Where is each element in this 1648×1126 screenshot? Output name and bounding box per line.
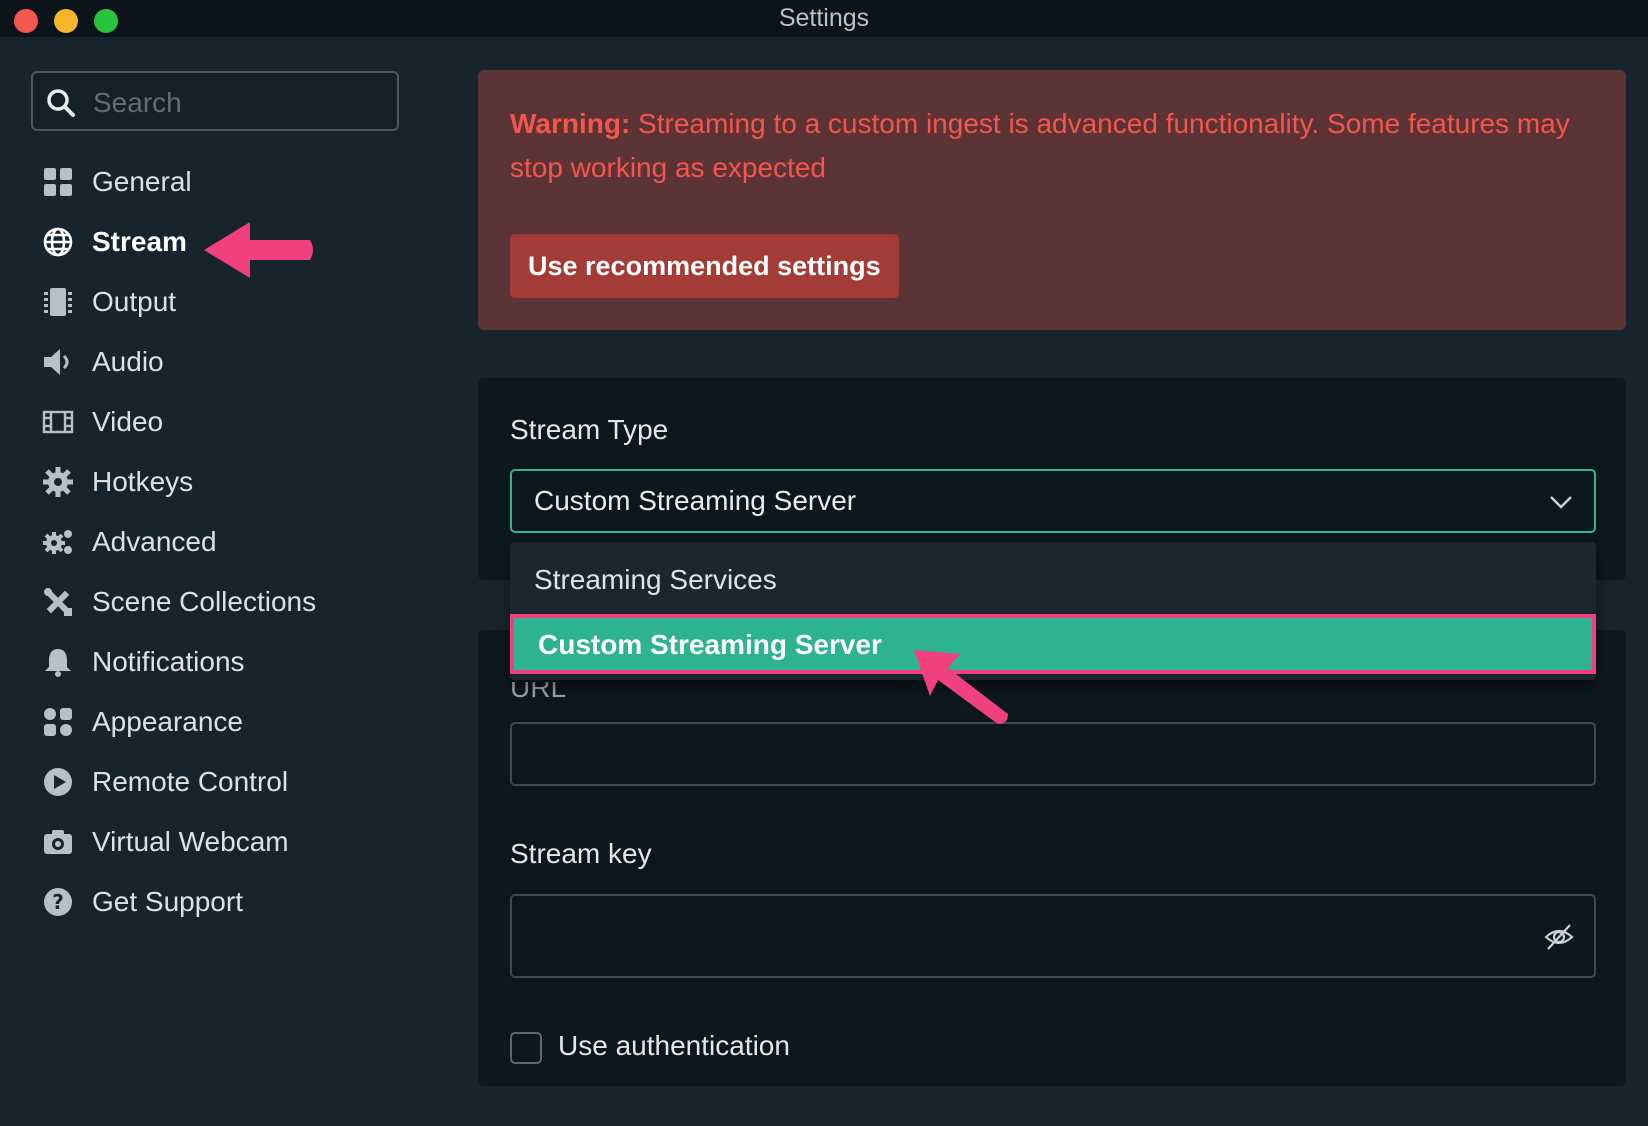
sidebar-item-advanced[interactable]: Advanced <box>42 520 217 564</box>
sidebar-item-label: Video <box>92 406 164 437</box>
option-custom-streaming-server[interactable]: Custom Streaming Server <box>510 614 1596 674</box>
bell-icon <box>42 646 74 678</box>
globe-icon <box>42 226 74 258</box>
annotation-arrow-icon <box>914 650 1008 724</box>
sidebar-item-label: Virtual Webcam <box>92 826 289 857</box>
sidebar-item-label: Hotkeys <box>92 466 194 497</box>
sidebar-item-audio[interactable]: Audio <box>42 340 164 384</box>
window-title: Settings <box>778 4 870 32</box>
sidebar-item-get-support[interactable]: ? Get Support <box>42 880 243 924</box>
sidebar-item-hotkeys[interactable]: Hotkeys <box>42 460 193 504</box>
search-icon <box>45 87 77 119</box>
sidebar-item-label: General <box>92 166 192 197</box>
help-icon: ? <box>42 886 74 918</box>
search-placeholder: Search <box>93 87 182 118</box>
title-bar: Settings <box>0 0 1648 37</box>
sidebar-item-label: Scene Collections <box>92 586 317 617</box>
stream-key-input[interactable] <box>510 894 1596 978</box>
sidebar-item-label: Audio <box>92 346 164 377</box>
svg-text:?: ? <box>52 890 64 914</box>
grid-icon <box>42 166 74 198</box>
speaker-icon <box>42 346 74 378</box>
sidebar-item-label: Stream <box>92 226 187 257</box>
sidebar-item-scene-collections[interactable]: Scene Collections <box>42 580 316 624</box>
sidebar-item-notifications[interactable]: Notifications <box>42 640 245 684</box>
sidebar-item-label: Appearance <box>92 706 244 737</box>
stream-key-label: Stream key <box>510 838 652 869</box>
stream-type-select[interactable]: Custom Streaming Server <box>510 469 1596 533</box>
sidebar-item-output[interactable]: Output <box>42 280 176 324</box>
stream-type-dropdown: Streaming Services Custom Streaming Serv… <box>510 542 1596 680</box>
gear-icon <box>42 466 74 498</box>
option-streaming-services[interactable]: Streaming Services <box>510 552 1596 608</box>
sidebar-item-label: Output <box>92 286 177 317</box>
sidebar-item-virtual-webcam[interactable]: Virtual Webcam <box>42 820 289 864</box>
stream-type-selected-value: Custom Streaming Server <box>534 485 857 516</box>
tools-icon <box>42 586 74 618</box>
sidebar-item-label: Notifications <box>92 646 245 677</box>
play-icon <box>42 766 74 798</box>
gears-icon <box>42 526 74 558</box>
search-input[interactable]: Search <box>31 71 399 131</box>
shapes-icon <box>42 706 74 738</box>
sidebar-item-appearance[interactable]: Appearance <box>42 700 243 744</box>
sidebar-item-label: Remote Control <box>92 766 289 797</box>
warning-prefix: Warning: <box>510 108 631 139</box>
sidebar-item-remote-control[interactable]: Remote Control <box>42 760 288 804</box>
url-input[interactable] <box>510 722 1596 786</box>
film-icon <box>42 406 74 438</box>
sidebar-item-stream[interactable]: Stream <box>42 220 187 264</box>
use-recommended-settings-button[interactable]: Use recommended settings <box>510 234 899 298</box>
sidebar-item-video[interactable]: Video <box>42 400 163 444</box>
output-icon <box>42 286 74 318</box>
use-authentication-checkbox[interactable] <box>510 1032 542 1064</box>
warning-banner: Warning: Streaming to a custom ingest is… <box>478 70 1626 330</box>
use-authentication-label: Use authentication <box>558 1030 790 1061</box>
sidebar-item-label: Get Support <box>92 886 243 917</box>
camera-icon <box>42 826 74 858</box>
annotation-arrow-icon <box>204 222 313 278</box>
chevron-down-icon <box>1548 489 1574 515</box>
hide-password-icon[interactable] <box>1544 922 1574 952</box>
sidebar-item-general[interactable]: General <box>42 160 192 204</box>
sidebar-item-label: Advanced <box>92 526 217 557</box>
warning-message: Streaming to a custom ingest is advanced… <box>510 108 1570 183</box>
warning-text: Warning: Streaming to a custom ingest is… <box>510 102 1600 190</box>
stream-type-label: Stream Type <box>510 414 669 445</box>
